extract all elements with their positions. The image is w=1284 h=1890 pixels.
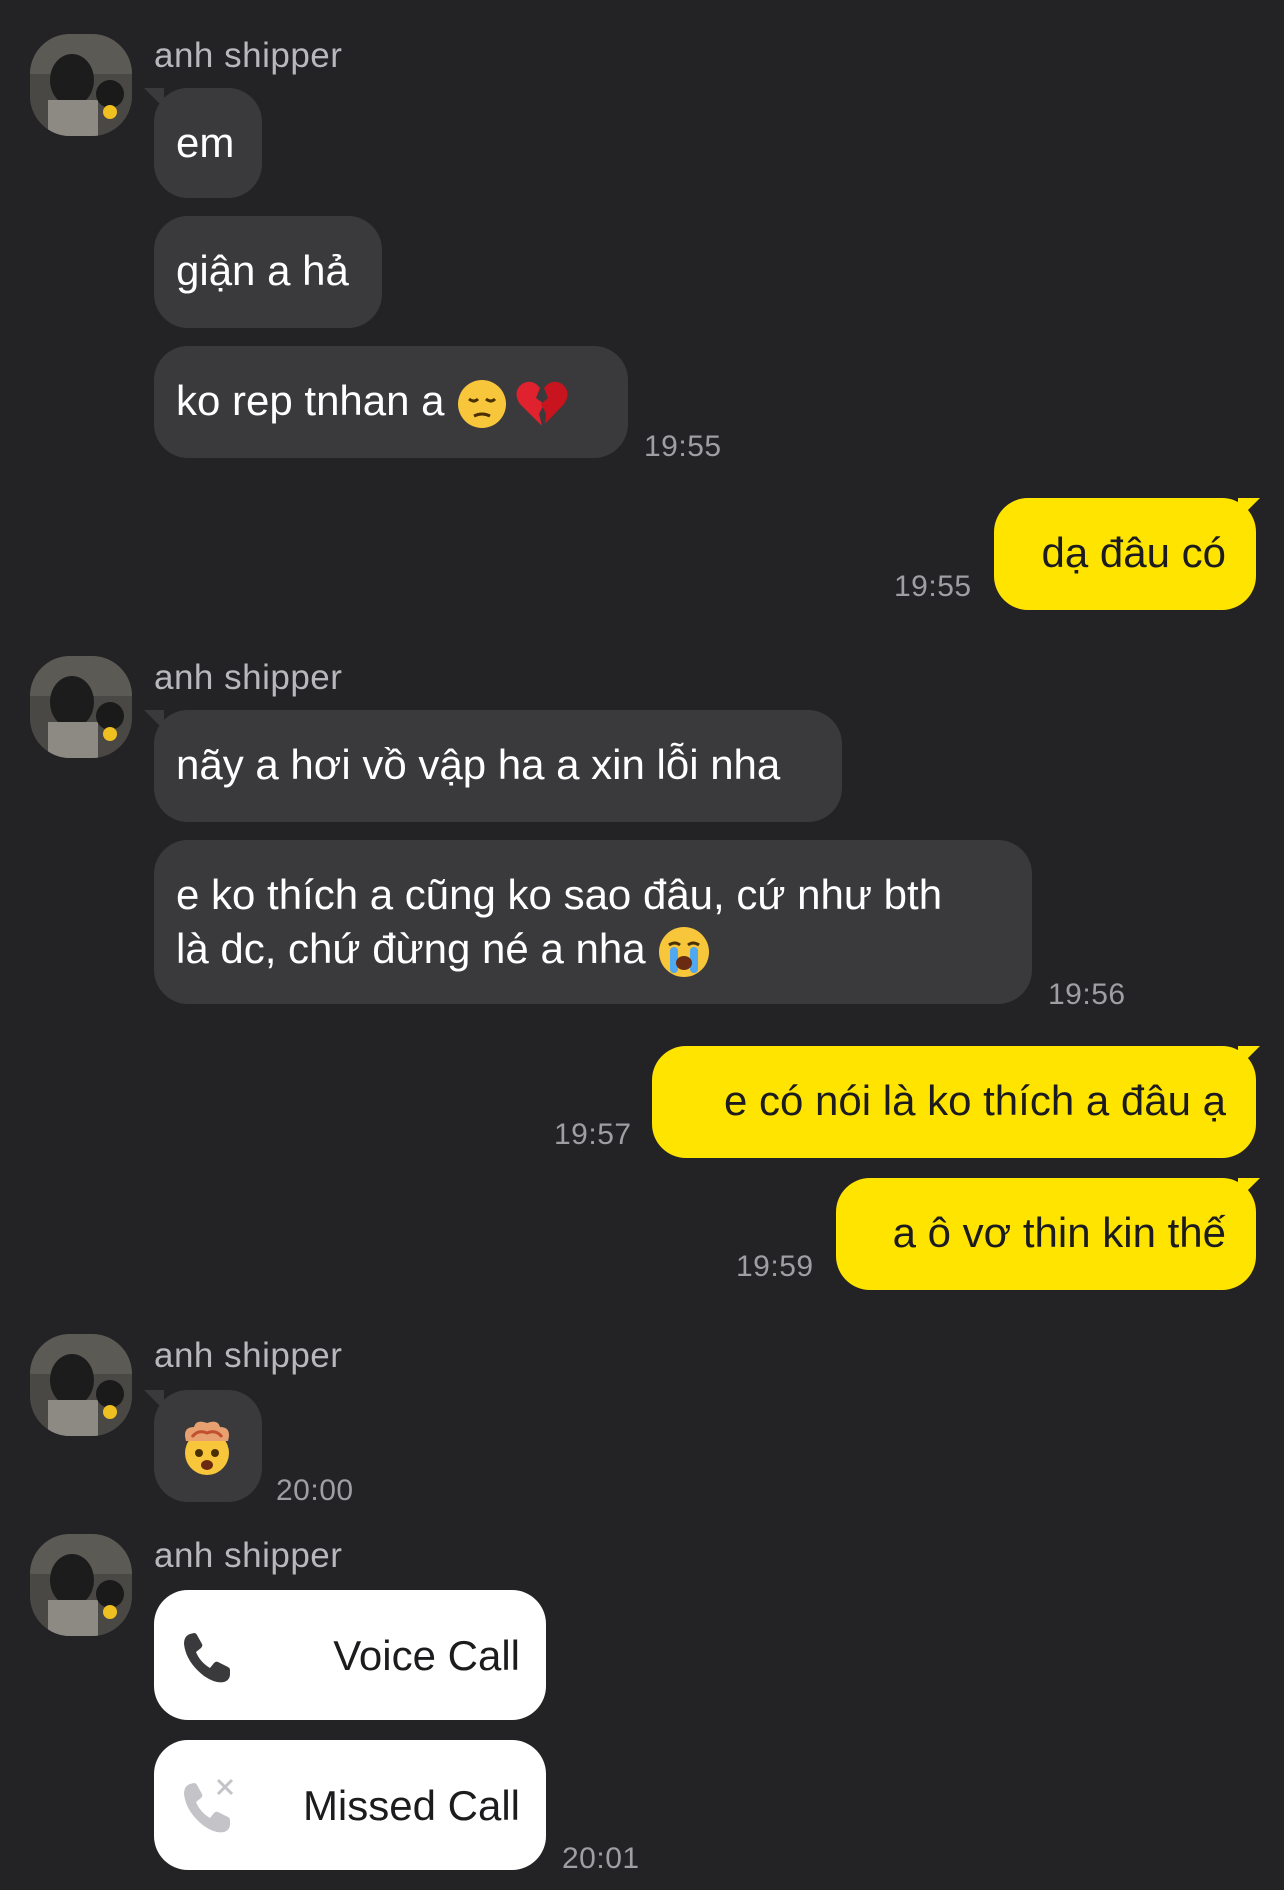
missed-call-label: Missed Call	[302, 1782, 520, 1829]
voice-call-card[interactable]: Voice Call	[154, 1590, 546, 1720]
message-bubble[interactable]	[154, 1390, 262, 1502]
message-time: 19:55	[644, 430, 722, 463]
message-bubble[interactable]: em	[154, 88, 262, 198]
message-bubble[interactable]: giận a hả	[154, 216, 382, 328]
message-time: 19:56	[1048, 978, 1126, 1011]
missed-call-icon	[184, 1778, 234, 1833]
message-text: nãy a hơi vồ vập ha a xin lỗi nha	[176, 741, 781, 788]
exploding-head-emoji	[185, 1421, 229, 1475]
message-bubble[interactable]: a ô vơ thin kin thế	[836, 1178, 1256, 1290]
message-text: ko rep tnhan a	[176, 377, 457, 424]
phone-icon	[184, 1633, 230, 1683]
voice-call-label: Voice Call	[333, 1632, 520, 1679]
message-text: em	[176, 119, 235, 166]
message-text: a ô vơ thin kin thế	[892, 1209, 1226, 1256]
sender-name: anh shipper	[154, 36, 343, 75]
sender-avatar[interactable]	[30, 34, 132, 136]
missed-call-card[interactable]: Missed Call	[154, 1740, 546, 1870]
sender-name: anh shipper	[154, 1336, 343, 1375]
pensive-face-emoji	[458, 379, 507, 428]
sender-avatar[interactable]	[30, 1334, 132, 1436]
message-time: 20:01	[562, 1842, 640, 1875]
message-bubble[interactable]: nãy a hơi vồ vập ha a xin lỗi nha	[154, 710, 842, 822]
sender-avatar[interactable]	[30, 656, 132, 758]
message-bubble[interactable]: dạ đâu có	[994, 498, 1256, 610]
sender-name: anh shipper	[154, 658, 343, 697]
message-text: giận a hả	[176, 247, 349, 294]
sender-avatar[interactable]	[30, 1534, 132, 1636]
chat-thread: anh shipper em giận a hả ko rep tnhan a …	[0, 0, 1284, 1890]
message-text: dạ đâu có	[1041, 529, 1227, 576]
message-text: e ko thích a cũng ko sao đâu, cứ như bth	[176, 871, 943, 918]
message-text: e có nói là ko thích a đâu ạ	[723, 1077, 1226, 1124]
broken-heart-emoji	[516, 381, 568, 426]
message-time: 20:00	[276, 1474, 354, 1507]
message-time: 19:55	[894, 570, 972, 603]
message-bubble[interactable]: ko rep tnhan a	[154, 346, 628, 458]
message-time: 19:59	[736, 1250, 814, 1283]
message-text: là dc, chứ đừng né a nha	[176, 925, 658, 972]
message-bubble[interactable]: e ko thích a cũng ko sao đâu, cứ như bth…	[154, 840, 1032, 1004]
message-bubble[interactable]: e có nói là ko thích a đâu ạ	[652, 1046, 1256, 1158]
message-time: 19:57	[554, 1118, 632, 1151]
sender-name: anh shipper	[154, 1536, 343, 1575]
loudly-crying-face-emoji	[659, 926, 710, 977]
